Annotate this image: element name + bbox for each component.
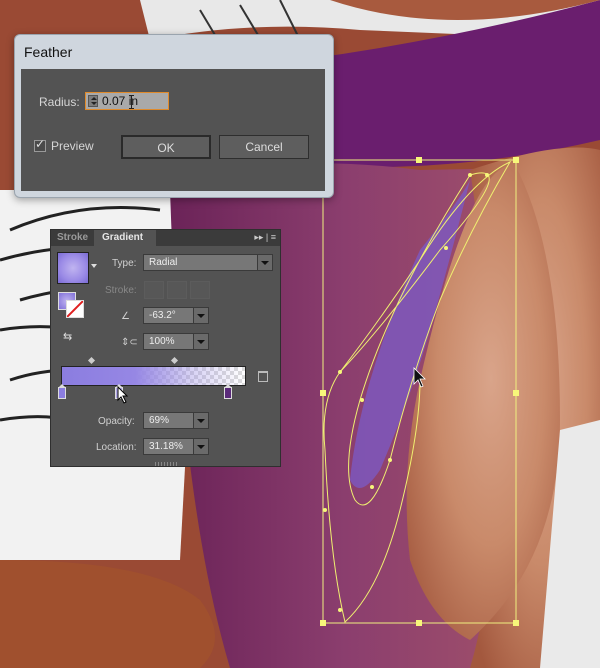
angle-value: -63.2° xyxy=(149,310,176,321)
dropdown-arrow-icon xyxy=(193,308,208,323)
panel-menu-icon[interactable]: ▸▸ | ≡ xyxy=(254,232,276,243)
cancel-button[interactable]: Cancel xyxy=(219,135,309,159)
tab-stroke[interactable]: Stroke xyxy=(57,230,88,246)
ok-button[interactable]: OK xyxy=(121,135,211,159)
radius-label: Radius: xyxy=(39,95,80,109)
opacity-value: 69% xyxy=(149,415,170,426)
pointer-cursor-icon xyxy=(117,386,129,404)
gradient-panel: Stroke Gradient ▸▸ | ≡ ⇆ Type: Radial St… xyxy=(50,229,281,467)
stroke-within-button[interactable] xyxy=(144,281,164,299)
opacity-input[interactable]: 69% xyxy=(143,412,209,429)
midpoint-diamond[interactable] xyxy=(170,356,179,365)
location-value: 31.18% xyxy=(149,441,183,452)
opacity-label: Opacity: xyxy=(98,416,135,427)
reverse-gradient-icon[interactable]: ⇆ xyxy=(63,330,77,344)
aspect-value: 100% xyxy=(149,336,175,347)
stroke-swatch[interactable] xyxy=(66,300,84,318)
location-input[interactable]: 31.18% xyxy=(143,438,209,455)
dropdown-arrow-icon xyxy=(193,413,208,428)
chevron-down-icon[interactable] xyxy=(91,264,97,271)
resize-grip[interactable] xyxy=(155,462,177,466)
angle-input[interactable]: -63.2° xyxy=(143,307,209,324)
preview-checkbox[interactable]: ✓ xyxy=(34,137,46,152)
dropdown-arrow-icon xyxy=(193,439,208,454)
type-label: Type: xyxy=(112,258,137,269)
radius-input[interactable]: 0.07 in xyxy=(85,92,169,110)
color-stop-right[interactable] xyxy=(224,384,232,399)
aspect-ratio-icon: ⇕⊂ xyxy=(121,337,138,348)
trash-icon[interactable] xyxy=(258,371,268,382)
tab-gradient[interactable]: Gradient xyxy=(94,230,156,246)
radius-value: 0.07 in xyxy=(102,94,139,108)
preview-label: Preview xyxy=(51,139,94,153)
dropdown-arrow-icon xyxy=(193,334,208,349)
checkmark-icon: ✓ xyxy=(35,137,46,151)
location-label: Location: xyxy=(96,442,137,453)
color-stop-left[interactable] xyxy=(58,384,66,399)
aspect-input[interactable]: 100% xyxy=(143,333,209,350)
dropdown-arrow-icon xyxy=(257,255,272,270)
stroke-label: Stroke: xyxy=(105,285,137,296)
type-select[interactable]: Radial xyxy=(143,254,273,271)
stroke-along-button[interactable] xyxy=(167,281,187,299)
dialog-title: Feather xyxy=(24,44,73,60)
dialog-body: Radius: 0.07 in ✓ Preview OK Cancel xyxy=(21,69,325,191)
stroke-across-button[interactable] xyxy=(190,281,210,299)
gradient-slider[interactable] xyxy=(61,366,246,386)
text-cursor-icon xyxy=(129,95,134,109)
angle-icon: ∠ xyxy=(121,311,130,322)
gradient-swatch[interactable] xyxy=(57,252,89,284)
type-value: Radial xyxy=(149,257,178,268)
feather-dialog: Feather Radius: 0.07 in ✓ Preview OK Can… xyxy=(14,34,334,198)
radius-stepper[interactable] xyxy=(88,95,98,107)
midpoint-diamond[interactable] xyxy=(87,356,96,365)
panel-tabs: Stroke Gradient ▸▸ | ≡ xyxy=(51,230,280,246)
